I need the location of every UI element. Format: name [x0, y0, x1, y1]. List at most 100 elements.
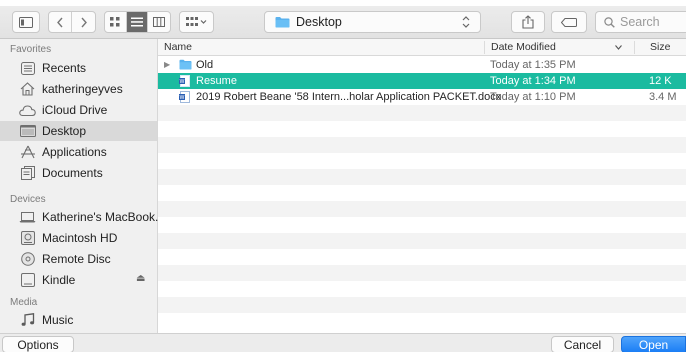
- list-icon: [131, 17, 143, 27]
- home-icon: [19, 82, 36, 97]
- sidebar-item-label: Music: [42, 313, 74, 327]
- empty-row: [158, 153, 686, 169]
- applications-icon: [19, 145, 36, 160]
- file-size: 12 K: [649, 75, 672, 87]
- folder-icon: [179, 59, 192, 70]
- search-field[interactable]: Search: [595, 11, 686, 33]
- empty-row: [158, 297, 686, 313]
- sidebar-item-label: Desktop: [42, 124, 87, 138]
- open-button[interactable]: Open: [621, 336, 686, 352]
- empty-row: [158, 201, 686, 217]
- view-mode-group: [104, 11, 171, 33]
- list-view-button[interactable]: [126, 12, 149, 32]
- folder-icon: [275, 17, 290, 28]
- icon-view-button[interactable]: [105, 12, 127, 32]
- file-row-application-packet[interactable]: W 2019 Robert Beane '58 Intern...holar A…: [158, 89, 686, 105]
- sidebar-item-macintosh-hd[interactable]: Macintosh HD: [0, 228, 157, 248]
- drive-icon: [19, 273, 36, 288]
- column-header-name[interactable]: Name: [164, 41, 192, 53]
- sidebar-item-macbook[interactable]: Katherine's MacBook...: [0, 207, 165, 227]
- sidebar-section-favorites: Favorites: [10, 44, 52, 55]
- bottom-bar: Options Cancel Open: [0, 333, 686, 352]
- column-header-date-modified[interactable]: Date Modified: [491, 41, 556, 53]
- sidebar-item-label: Katherine's MacBook...: [42, 210, 166, 224]
- tags-button[interactable]: [551, 11, 587, 33]
- forward-button[interactable]: [72, 12, 95, 32]
- tag-icon: [561, 17, 577, 27]
- eject-icon[interactable]: ⏏: [136, 273, 145, 284]
- svg-text:W: W: [180, 95, 185, 101]
- svg-text:W: W: [180, 79, 185, 85]
- chevron-left-icon: [57, 17, 63, 27]
- sidebar-item-desktop[interactable]: Desktop: [0, 121, 157, 141]
- sidebar-item-label: Documents: [42, 166, 103, 180]
- file-row-resume[interactable]: W Resume Today at 1:34 PM 12 K: [158, 73, 686, 89]
- column-separator: [634, 41, 635, 54]
- sidebar-item-icloud-drive[interactable]: iCloud Drive: [0, 100, 157, 120]
- location-label: Desktop: [296, 15, 342, 29]
- recents-icon: [19, 61, 36, 76]
- column-header: Name Date Modified Size: [158, 39, 686, 56]
- cancel-button[interactable]: Cancel: [551, 336, 614, 352]
- sidebar-item-label: Recents: [42, 61, 87, 75]
- sidebar: Favorites Recents katheringeyves iCloud …: [0, 39, 165, 333]
- empty-row: [158, 233, 686, 249]
- sidebar-item-music[interactable]: Music: [0, 310, 157, 330]
- search-placeholder: Search: [620, 15, 660, 29]
- empty-row: [158, 137, 686, 153]
- file-name: 2019 Robert Beane '58 Intern...holar App…: [196, 91, 502, 103]
- file-row-old[interactable]: ▶ Old Today at 1:35 PM: [158, 57, 686, 73]
- sidebar-item-label: Remote Disc: [42, 252, 111, 266]
- sidebar-item-label: Macintosh HD: [42, 231, 118, 245]
- word-document-icon: W: [179, 75, 190, 87]
- word-document-icon: W: [179, 91, 190, 103]
- empty-row: [158, 185, 686, 201]
- sidebar-item-label: iCloud Drive: [42, 103, 108, 117]
- sidebar-item-recents[interactable]: Recents: [0, 58, 157, 78]
- music-icon: [19, 313, 36, 328]
- sidebar-section-devices: Devices: [10, 194, 46, 205]
- column-separator: [484, 41, 485, 54]
- empty-row: [158, 105, 686, 121]
- documents-icon: [19, 166, 36, 181]
- empty-row: [158, 121, 686, 137]
- arrange-button[interactable]: [179, 11, 214, 33]
- sidebar-item-applications[interactable]: Applications: [0, 142, 157, 162]
- search-icon: [604, 16, 615, 28]
- sidebar-item-remote-disc[interactable]: Remote Disc: [0, 249, 157, 269]
- empty-row: [158, 265, 686, 281]
- sidebar-icon: [19, 16, 33, 28]
- location-popup[interactable]: Desktop: [264, 11, 481, 33]
- sidebar-item-label: Kindle: [42, 273, 76, 287]
- sidebar-item-home[interactable]: katheringeyves: [0, 79, 157, 99]
- file-name: Resume: [196, 75, 237, 87]
- cloud-icon: [19, 103, 36, 118]
- column-view-button[interactable]: [148, 12, 170, 32]
- sidebar-item-label: katheringeyves: [42, 82, 123, 96]
- options-button[interactable]: Options: [2, 336, 74, 352]
- hard-drive-icon: [19, 231, 36, 246]
- file-size: 3.4 M: [649, 91, 677, 103]
- file-list: Name Date Modified Size ▶ Old Today at 1…: [158, 39, 686, 333]
- share-button[interactable]: [511, 11, 545, 33]
- empty-row: [158, 313, 686, 329]
- back-button[interactable]: [49, 12, 72, 32]
- empty-row: [158, 249, 686, 265]
- sidebar-item-documents[interactable]: Documents: [0, 163, 157, 183]
- sidebar-section-media: Media: [10, 297, 38, 308]
- navigation-group: [48, 11, 96, 33]
- arrange-grid-icon: [185, 17, 206, 26]
- sidebar-toggle-button[interactable]: [12, 11, 40, 33]
- updown-chevron-icon: [462, 16, 470, 28]
- file-name: Old: [196, 59, 214, 71]
- columns-icon: [153, 17, 166, 27]
- column-header-size[interactable]: Size: [650, 41, 670, 53]
- file-date: Today at 1:35 PM: [490, 59, 576, 71]
- desktop-icon: [19, 124, 36, 139]
- disclosure-triangle-icon[interactable]: ▶: [164, 60, 170, 69]
- sidebar-item-kindle[interactable]: Kindle ⏏: [0, 270, 157, 290]
- laptop-icon: [19, 210, 36, 225]
- empty-row: [158, 169, 686, 185]
- empty-row: [158, 281, 686, 297]
- file-date: Today at 1:34 PM: [490, 75, 576, 87]
